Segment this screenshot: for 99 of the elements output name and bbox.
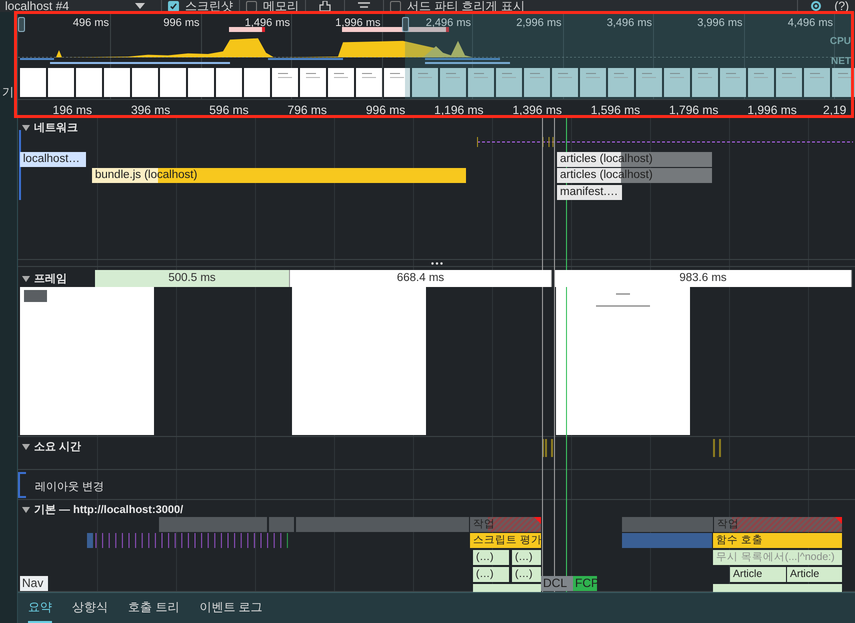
flame-entry[interactable]: (…) [473,567,510,582]
frame-segment[interactable]: 983.6 ms [555,270,852,287]
resize-grip-icon[interactable] [430,262,442,264]
flame-entry[interactable]: (…) [473,550,510,565]
screenshot-thumbnail [300,68,326,97]
ruler-label: 196 ms [52,103,92,117]
track-header[interactable]: 소요 시간 [22,439,82,454]
screenshot-thumbnail [104,68,130,97]
flame-entry[interactable]: 함수 호출 [713,533,843,548]
screenshot-thumbnail [216,68,242,97]
panel-tab[interactable]: 이벤트 로그 [199,593,263,623]
screenshot-thumbnail [440,68,466,97]
frame-segment[interactable]: 668.4 ms [290,270,552,287]
ruler-label: 1,396 ms [512,103,562,117]
range-handle[interactable] [18,17,25,32]
screenshot-thumbnail [160,68,186,97]
throttle-icon[interactable] [357,1,372,11]
ruler-label: 996 ms [366,103,406,117]
screenshot-thumbnail [244,68,270,97]
screenshot-thumbnail [524,68,550,97]
flame-entry[interactable]: (…) [512,567,542,582]
timeline-marker[interactable]: DCL [541,576,573,591]
screenshot-thumbnail [412,68,438,97]
screenshot-thumbnail [76,68,102,97]
layout-shift-bracket [18,472,26,498]
screenshot-thumbnail [692,68,718,97]
screenshot-thumbnail [20,68,46,97]
track-header[interactable]: 프레임 [22,270,91,287]
ruler-label: 2,19 [823,103,846,117]
long-task-marker [229,27,265,32]
ruler-label: 1,196 ms [434,103,484,117]
lane-label: CPU [830,36,851,47]
checkbox[interactable] [168,1,180,12]
screenshot-thumbnail [496,68,522,97]
screenshot-thumbnail [776,68,802,97]
ruler-label: 1,996 ms [747,103,797,117]
time-label: 996 ms [163,17,200,29]
flame-entry[interactable]: Article [730,567,787,582]
ruler-label: 1,596 ms [590,103,640,117]
flame-bar[interactable] [269,517,295,532]
caret-icon[interactable] [135,3,146,9]
track-title: 프레임 [34,272,67,286]
screenshot-thumbnail [188,68,214,97]
screenshot-thumbnail [664,68,690,97]
screenshot-thumbnail [608,68,634,97]
screenshot-thumbnail [48,68,74,97]
time-label: 2,496 ms [426,17,471,29]
screenshot-thumbnail [748,68,774,97]
track-title: 소요 시간 [34,440,82,454]
frame-segment[interactable]: 500.5 ms [95,270,290,287]
sidebar-label: 기 [2,84,14,101]
ruler-label: 796 ms [288,103,327,117]
screenshot-thumbnail [804,68,830,97]
settings-icon[interactable] [810,0,822,12]
flame-entry[interactable]: (…) [512,550,542,565]
flame-entry[interactable]: Article [787,567,843,582]
screenshot-thumbnail [720,68,746,97]
ruler-label: 396 ms [130,103,170,117]
time-label: 496 ms [72,17,109,29]
expand-triangle-icon[interactable] [22,124,30,130]
time-label: 3,996 ms [697,17,742,29]
screenshot-thumbnail [132,68,158,97]
screenshot-thumbnail [580,68,606,97]
range-handle[interactable] [402,17,409,32]
screenshot-thumbnail [552,68,578,97]
track-title: 네트워크 [34,121,78,135]
expand-triangle-icon[interactable] [22,444,30,450]
time-label: 1,996 ms [335,17,380,29]
frame-placeholder [24,290,47,302]
network-request-bar[interactable]: manifest.… [557,185,622,200]
expand-triangle-icon[interactable] [22,506,30,512]
network-request-bar[interactable]: localhost… [20,152,86,167]
screenshot-thumbnail [384,68,410,97]
checkbox[interactable] [246,1,258,12]
screenshot-thumbnail [356,68,382,97]
flame-bar[interactable] [87,533,94,548]
recording-select[interactable]: localhost #4 [5,0,70,12]
panel-tab[interactable]: 요약 [28,593,52,623]
ruler-label: 596 ms [209,103,249,117]
expand-triangle-icon[interactable] [22,276,30,282]
screenshot-thumbnail [272,68,298,97]
checkbox-label: 서드 파티 흐리게 표시 [407,0,526,12]
checkbox-label: 메모리 [263,0,300,12]
track-header[interactable]: 네트워크 [22,120,78,135]
time-label: 1,496 ms [244,17,290,29]
ruler-label: 1,796 ms [669,103,718,117]
lane-label: NET [831,56,851,67]
panel-tab[interactable]: 호출 트리 [128,593,180,623]
time-label: 3,496 ms [606,17,652,29]
time-label: 4,496 ms [788,17,833,29]
screenshot-thumbnail [636,68,662,97]
timeline-marker[interactable]: Nav [20,576,48,591]
screenshot-thumbnail [468,68,494,97]
screenshot-thumbnail [328,68,354,97]
panel-tab[interactable]: 상향식 [72,593,108,623]
time-label: 2,996 ms [516,17,562,29]
checkbox[interactable] [390,1,402,12]
selection-marker [19,130,21,200]
track-title[interactable]: 레이아웃 변경 [35,479,104,494]
